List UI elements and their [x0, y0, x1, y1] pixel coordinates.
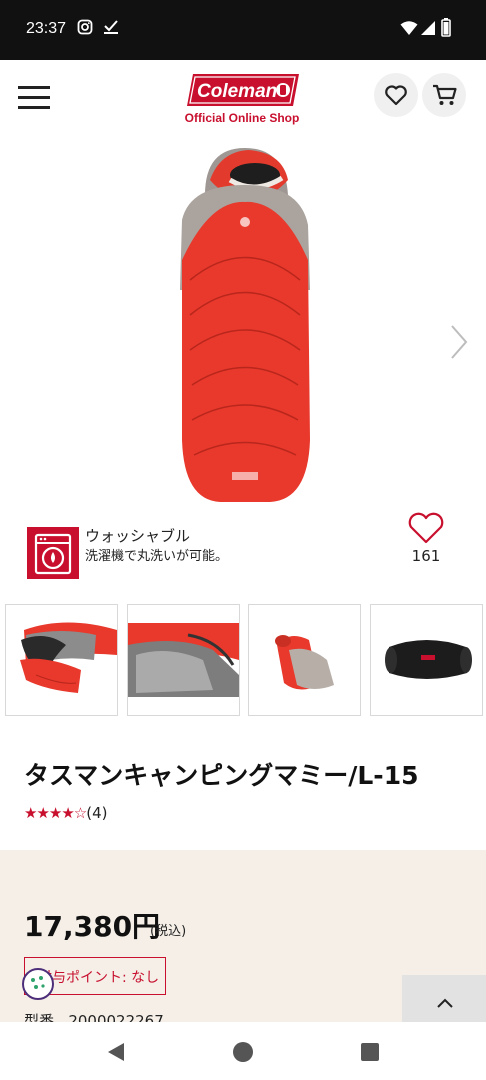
review-count: (4): [86, 804, 108, 822]
brand-logo[interactable]: Coleman: [185, 72, 301, 108]
tax-note: (税込): [150, 924, 187, 939]
instagram-icon: [77, 19, 93, 39]
status-time: 23:37: [26, 20, 67, 37]
recents-icon[interactable]: [360, 1042, 380, 1062]
thumbnail-4[interactable]: [370, 604, 483, 716]
system-nav-bar: [0, 1022, 486, 1080]
back-icon[interactable]: [106, 1042, 126, 1062]
wishlist-button[interactable]: [374, 73, 418, 117]
status-bar: 23:37: [0, 0, 486, 60]
menu-icon[interactable]: [18, 86, 50, 110]
cart-button[interactable]: [422, 73, 466, 117]
feature-description: 洗濯機で丸洗いが可能。: [85, 549, 229, 564]
heart-icon: [385, 85, 407, 106]
feature-title: ウォッシャブル: [85, 527, 191, 545]
rating-stars: ★★★★☆: [24, 804, 87, 822]
download-done-icon: [102, 19, 120, 39]
brand-subtitle: Official Online Shop: [184, 111, 300, 125]
battery-icon: [441, 18, 451, 41]
product-title: タスマンキャンピングマミー/L-15: [24, 761, 419, 790]
chevron-up-icon: [437, 998, 453, 1008]
home-icon[interactable]: [232, 1041, 254, 1063]
washing-machine-icon: [27, 527, 79, 579]
product-main-image[interactable]: [170, 140, 320, 510]
cookie-settings-icon[interactable]: [22, 968, 54, 1000]
thumbnail-1[interactable]: [5, 604, 118, 716]
carousel-next-icon[interactable]: [444, 320, 474, 364]
product-price: 17,380円: [24, 910, 161, 943]
signal-icon: [420, 20, 436, 40]
favorite-count: 161: [411, 547, 441, 565]
product-rating[interactable]: ★★★★☆(4): [24, 804, 108, 822]
brand-logo-text: Coleman: [197, 81, 277, 102]
thumbnail-3[interactable]: [248, 604, 361, 716]
back-to-top-button[interactable]: [402, 975, 486, 1029]
cart-icon: [433, 84, 457, 105]
site-header: Coleman Official Online Shop: [0, 60, 486, 136]
wifi-icon: [400, 20, 418, 40]
heart-outline-icon: [408, 512, 444, 544]
thumbnail-2[interactable]: [127, 604, 240, 716]
